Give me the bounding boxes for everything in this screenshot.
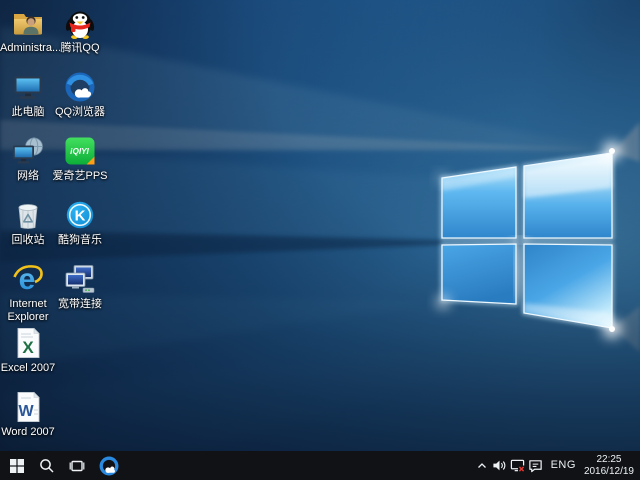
icon-label: 腾讯QQ — [52, 42, 108, 55]
network-status-button[interactable] — [509, 451, 527, 480]
taskbar: ENG 22:25 2016/12/19 — [0, 451, 640, 480]
icon-label: 回收站 — [0, 234, 56, 247]
desktop-icon-broadband-connection[interactable]: 宽带连接 — [52, 262, 108, 311]
desktop-icon-tencent-qq[interactable]: 腾讯QQ — [52, 6, 108, 55]
chevron-up-icon — [476, 460, 488, 472]
desktop-icon-administrator[interactable]: Administra... — [0, 6, 56, 55]
hidden-icons-chevron[interactable] — [473, 451, 491, 480]
internet-explorer-icon: e — [11, 262, 45, 296]
desktop-icon-internet-explorer[interactable]: e Internet Explorer — [0, 262, 56, 324]
icon-label: QQ浏览器 — [52, 106, 108, 119]
svg-text:W: W — [18, 403, 34, 420]
start-button[interactable] — [2, 451, 32, 480]
desktop-icon-network[interactable]: 网络 — [0, 134, 56, 183]
desktop-icon-this-pc[interactable]: 此电脑 — [0, 70, 56, 119]
svg-text:e: e — [19, 263, 36, 296]
clock-date: 2016/12/19 — [584, 466, 634, 478]
computer-monitor-icon — [11, 70, 45, 104]
icon-label: Excel 2007 — [0, 362, 56, 375]
icon-label: 爱奇艺PPS — [52, 170, 108, 183]
icon-label: 此电脑 — [0, 106, 56, 119]
icon-label: Administra... — [0, 42, 56, 55]
iqiyi-pps-icon: iQIYI — [63, 134, 97, 168]
system-tray: ENG 22:25 2016/12/19 — [473, 451, 640, 480]
desktop-icon-recycle-bin[interactable]: 回收站 — [0, 198, 56, 247]
qq-penguin-icon — [63, 6, 97, 40]
clock[interactable]: 22:25 2016/12/19 — [582, 454, 640, 478]
desktop-icon-kugou-music[interactable]: K 酷狗音乐 — [52, 198, 108, 247]
icon-label: Word 2007 — [0, 426, 56, 439]
search-icon — [39, 458, 55, 474]
desktop-icon-excel-2007[interactable]: X Excel 2007 — [0, 326, 56, 375]
qq-browser-icon — [98, 455, 120, 477]
desktop-icon-iqiyi-pps[interactable]: iQIYI 爱奇艺PPS — [52, 134, 108, 183]
qq-browser-taskbar-button[interactable] — [92, 451, 126, 480]
broadband-connection-icon — [63, 262, 97, 296]
desktop-icon-qq-browser[interactable]: QQ浏览器 — [52, 70, 108, 119]
volume-button[interactable] — [491, 451, 509, 480]
task-view-button[interactable] — [62, 451, 92, 480]
icon-label: Internet Explorer — [0, 298, 56, 324]
user-folder-icon — [11, 6, 45, 40]
icon-label: 网络 — [0, 170, 56, 183]
speaker-icon — [492, 458, 507, 473]
windows-logo-icon — [9, 458, 25, 474]
network-globe-monitor-icon — [11, 134, 45, 168]
icon-label: 宽带连接 — [52, 298, 108, 311]
desktop-icon-word-2007[interactable]: W Word 2007 — [0, 390, 56, 439]
icon-label: 酷狗音乐 — [52, 234, 108, 247]
recycle-bin-icon — [11, 198, 45, 232]
qq-browser-icon — [63, 70, 97, 104]
search-button[interactable] — [32, 451, 62, 480]
action-center-button[interactable] — [527, 451, 545, 480]
excel-document-icon: X — [11, 326, 45, 360]
task-view-icon — [69, 458, 85, 474]
action-center-icon — [528, 458, 543, 473]
svg-text:K: K — [75, 208, 86, 225]
svg-text:X: X — [22, 338, 34, 357]
word-document-icon: W — [11, 390, 45, 424]
windows-desktop[interactable]: Administra... 此电脑 网络 回收站 — [0, 0, 640, 480]
clock-time: 22:25 — [584, 454, 634, 466]
svg-text:iQIYI: iQIYI — [70, 147, 89, 156]
kugou-music-icon: K — [63, 198, 97, 232]
language-indicator[interactable]: ENG — [545, 451, 582, 480]
network-disconnected-icon — [510, 458, 525, 473]
